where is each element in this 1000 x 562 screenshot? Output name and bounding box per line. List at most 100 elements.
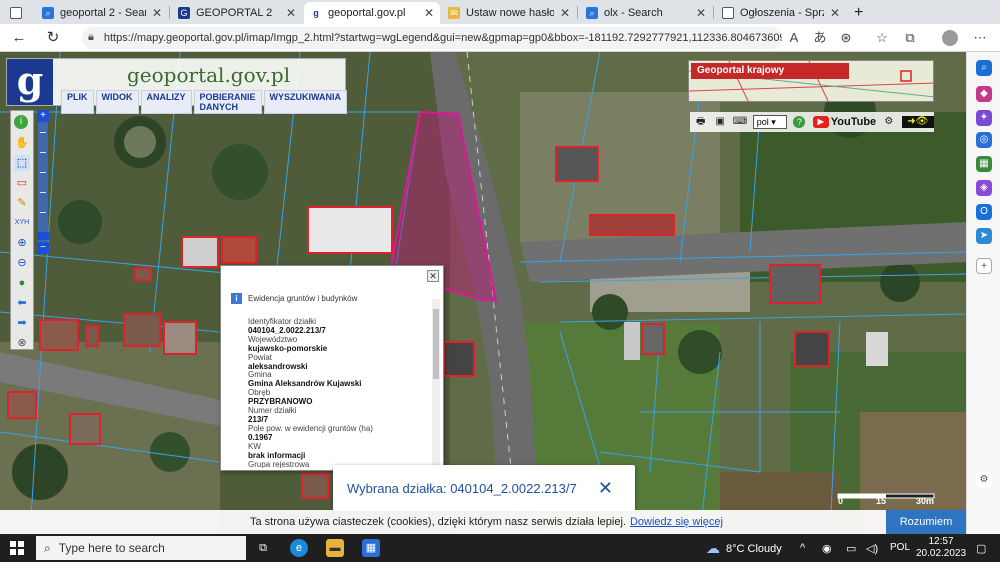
cookie-learn-more-link[interactable]: Dowiedz się więcej: [630, 516, 723, 528]
close-icon[interactable]: ✕: [560, 6, 570, 20]
refresh-icon[interactable]: ↻: [44, 29, 62, 47]
map-canvas[interactable]: g geoportal.gov.pl PLIK WIDOK ANALIZY PO…: [0, 52, 966, 534]
tray-chevron-icon[interactable]: ^: [800, 542, 805, 554]
select-area-icon[interactable]: ▭: [14, 175, 30, 191]
zoom-out-icon[interactable]: ⊖: [14, 255, 30, 271]
close-icon[interactable]: ✕: [286, 6, 296, 20]
previous-view-icon[interactable]: ⬅: [14, 295, 30, 311]
read-aloud-icon[interactable]: A: [786, 30, 802, 46]
file-explorer-icon[interactable]: ▬: [326, 539, 344, 557]
tools-icon[interactable]: ✦: [976, 110, 992, 126]
tab-geoportal-gov-pl[interactable]: g geoportal.gov.pl ✕: [304, 2, 440, 24]
zoom-tick: [40, 152, 46, 153]
office-apps-icon[interactable]: ◈: [976, 180, 992, 196]
tab-divider: [169, 6, 170, 19]
menu-plik[interactable]: PLIK: [61, 90, 94, 114]
close-icon[interactable]: ✕: [598, 479, 613, 497]
select-parcel-icon[interactable]: ⬚: [14, 155, 30, 171]
language-select[interactable]: pol ▾: [752, 115, 788, 129]
draw-pencil-icon[interactable]: ✎: [14, 195, 30, 211]
language-value: pol: [756, 117, 769, 127]
print-icon[interactable]: 🖶︎: [694, 116, 707, 128]
translate-icon[interactable]: あ: [812, 30, 828, 46]
cookie-accept-button[interactable]: Rozumiem: [886, 510, 966, 534]
task-view-icon[interactable]: ⧉: [254, 539, 272, 557]
accessibility-icon[interactable]: ⚙: [882, 116, 895, 128]
send-icon[interactable]: ➤: [976, 228, 992, 244]
store-icon[interactable]: ▦: [362, 539, 380, 557]
network-icon[interactable]: ▭: [846, 542, 856, 555]
search-icon[interactable]: ⌕: [976, 60, 992, 76]
tab-olx-search[interactable]: ⌕ olx - Search ✕: [580, 2, 712, 24]
tab-ustaw-haslo[interactable]: ✉ Ustaw nowe hasło do ko ✕: [442, 2, 576, 24]
tab-actions-button[interactable]: [4, 2, 34, 24]
more-icon[interactable]: ⋯: [972, 30, 988, 46]
shopping-icon[interactable]: ◆: [976, 86, 992, 102]
collections-icon[interactable]: ⧉: [902, 30, 918, 46]
outlook-icon[interactable]: O: [976, 204, 992, 220]
close-icon[interactable]: ✕: [830, 6, 840, 20]
zoom-tick: [40, 172, 46, 173]
back-icon[interactable]: ←: [10, 29, 28, 47]
high-contrast-icon[interactable]: ➜👁︎: [901, 116, 934, 128]
popup-scrollbar[interactable]: [432, 299, 440, 467]
tab-geoportal-2-search[interactable]: ⌕ geoportal 2 - Search ✕: [36, 2, 168, 24]
field-label: Numer działki: [248, 406, 297, 416]
taskbar-search-input[interactable]: ⌕ Type here to search: [36, 536, 246, 560]
info-icon[interactable]: i: [14, 115, 30, 131]
tab-divider: [577, 6, 578, 19]
menu-wyszukiwania[interactable]: WYSZUKIWANIA: [263, 90, 348, 114]
zoom-slider[interactable]: + −: [37, 110, 49, 254]
scale-tick-0: 0: [838, 496, 844, 506]
close-icon[interactable]: ✕: [427, 270, 439, 282]
mail-icon: ✉: [448, 7, 460, 19]
clear-icon[interactable]: ⊗: [14, 335, 30, 351]
pan-hand-icon[interactable]: ✋: [14, 135, 30, 151]
volume-icon[interactable]: ◁): [866, 542, 878, 555]
app-menu: PLIK WIDOK ANALIZY POBIERANIE DANYCH WYS…: [61, 90, 349, 114]
geoportal-logo[interactable]: g: [7, 59, 53, 105]
edge-browser-icon[interactable]: e: [290, 539, 308, 557]
tab-label: geoportal 2 - Search: [60, 7, 146, 19]
tracking-icon[interactable]: ⊛: [838, 30, 854, 46]
new-tab-button[interactable]: +: [848, 2, 868, 24]
zoom-in-icon[interactable]: ⊕: [14, 235, 30, 251]
xyh-coordinates-icon[interactable]: XYH: [14, 215, 30, 231]
add-icon[interactable]: +: [976, 258, 992, 274]
camera-icon[interactable]: ◉: [822, 542, 832, 555]
zoom-handle[interactable]: [37, 232, 49, 240]
tab-geoportal-2[interactable]: G GEOPORTAL 2 ✕: [172, 2, 302, 24]
tab-ogloszenia[interactable]: Ogłoszenia - Sprzedam ✕: [716, 2, 846, 24]
language-indicator[interactable]: POL: [890, 542, 910, 553]
save-icon[interactable]: ▣: [713, 116, 726, 128]
zoom-minus-button[interactable]: −: [37, 242, 49, 254]
search-icon: ⌕: [44, 540, 51, 555]
keyboard-icon[interactable]: ⌨: [733, 116, 747, 128]
taskbar-clock[interactable]: 12:57 20.02.2023: [916, 536, 966, 560]
address-field[interactable]: 🔒︎ https://mapy.geoportal.gov.pl/imap/Im…: [82, 27, 782, 49]
close-icon[interactable]: ✕: [152, 6, 162, 20]
windows-start-icon[interactable]: [10, 541, 24, 555]
close-icon[interactable]: ✕: [424, 6, 434, 20]
overview-minimap[interactable]: Geoportal krajowy: [688, 60, 934, 102]
search-placeholder: Type here to search: [58, 541, 165, 555]
weather-widget[interactable]: ☁ 8°C Cloudy: [706, 540, 782, 557]
globe-icon[interactable]: ●: [14, 275, 30, 291]
help-icon[interactable]: ?: [793, 116, 806, 128]
office-icon[interactable]: ▦: [976, 156, 992, 172]
close-icon[interactable]: ✕: [696, 6, 706, 20]
zoom-plus-button[interactable]: +: [37, 110, 49, 122]
menu-widok[interactable]: WIDOK: [95, 90, 139, 114]
scroll-thumb[interactable]: [433, 309, 439, 379]
next-view-icon[interactable]: ➡: [14, 315, 30, 331]
profile-avatar-icon[interactable]: [942, 30, 958, 46]
games-icon[interactable]: ◎: [976, 132, 992, 148]
favorites-icon[interactable]: ☆: [874, 30, 890, 46]
menu-analizy[interactable]: ANALIZY: [140, 90, 192, 114]
sidebar-settings-icon[interactable]: ⚙: [976, 472, 992, 488]
menu-pobieranie-danych[interactable]: POBIERANIE DANYCH: [193, 90, 262, 114]
youtube-play-icon: ▶: [812, 116, 829, 128]
notifications-icon[interactable]: ▢: [976, 542, 986, 555]
youtube-link[interactable]: ▶ YouTube: [812, 115, 876, 129]
url-text: https://mapy.geoportal.gov.pl/imap/Imgp_…: [103, 32, 782, 44]
